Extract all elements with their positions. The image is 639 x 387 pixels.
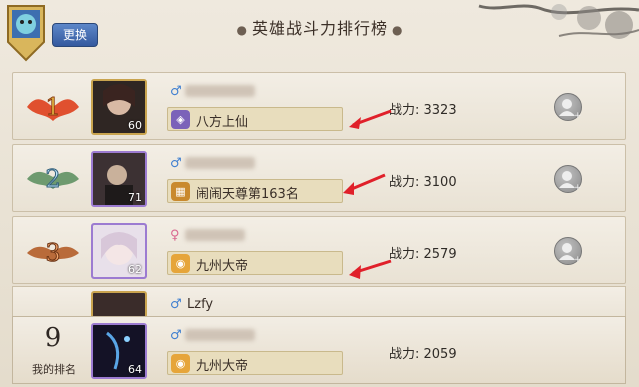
blurred-player-name bbox=[185, 229, 245, 241]
page-title: ● 英雄战斗力排行榜 ● bbox=[230, 15, 410, 39]
annotation-arrow-icon bbox=[343, 173, 386, 195]
blurred-player-name bbox=[185, 157, 255, 169]
svg-text:1: 1 bbox=[45, 93, 60, 121]
player-level: 64 bbox=[128, 363, 142, 376]
svg-text:+: + bbox=[574, 183, 581, 192]
player-title: 闹闹天尊第163名 bbox=[196, 187, 299, 202]
combat-power: 战力: 2059 bbox=[389, 347, 457, 362]
add-friend-icon: + bbox=[559, 171, 582, 193]
add-friend-icon: + bbox=[559, 243, 582, 265]
player-title-box: ▦ 闹闹天尊第163名 bbox=[167, 179, 343, 203]
player-title-box: ◉ 九州大帝 bbox=[167, 351, 343, 375]
my-rank-number: 9 bbox=[44, 323, 62, 353]
annotation-arrow-icon bbox=[349, 109, 392, 129]
svg-text:+: + bbox=[574, 255, 581, 264]
leaderboard-panel: 更换 ●英雄战斗力排行榜● 1 60 ♂ ◈ 八方上仙 战力: 3323 + bbox=[0, 0, 639, 387]
svg-text:2: 2 bbox=[45, 165, 60, 193]
my-avatar[interactable]: 64 bbox=[91, 323, 147, 379]
player-title: 九州大帝 bbox=[196, 259, 249, 274]
title-ornament-left: ● bbox=[236, 23, 248, 37]
add-friend-button[interactable]: + bbox=[554, 237, 582, 265]
svg-text:+: + bbox=[574, 111, 581, 120]
female-icon: ♀ bbox=[170, 228, 180, 243]
change-button[interactable]: 更换 bbox=[52, 23, 98, 47]
combat-power: 战力: 3323 bbox=[389, 103, 457, 118]
player-avatar[interactable]: 71 bbox=[91, 151, 147, 207]
combat-power: 战力: 3100 bbox=[389, 175, 457, 190]
add-friend-button[interactable]: + bbox=[554, 165, 582, 193]
player-avatar[interactable]: 62 bbox=[91, 223, 147, 279]
add-friend-icon: + bbox=[559, 99, 582, 121]
my-rank-label: 我的排名 bbox=[32, 363, 76, 376]
male-icon: ♂ bbox=[170, 156, 182, 171]
player-title: 八方上仙 bbox=[196, 115, 249, 130]
player-title-box: ◈ 八方上仙 bbox=[167, 107, 343, 131]
svg-text:3: 3 bbox=[45, 239, 60, 267]
rank-2-badge-icon: 2 bbox=[27, 165, 79, 194]
page-title-text: 英雄战斗力排行榜 bbox=[251, 19, 388, 38]
title-rank-icon: ◉ bbox=[171, 354, 190, 373]
rank-1-badge-icon: 1 bbox=[27, 93, 79, 122]
leaderboard-row-4: ♂ Lzfy bbox=[12, 286, 626, 321]
male-icon: ♂ bbox=[170, 84, 182, 99]
rank-3-badge-icon: 3 bbox=[27, 239, 79, 268]
player-title-box: ◉ 九州大帝 bbox=[167, 251, 343, 275]
leaderboard-row-1: 1 60 ♂ ◈ 八方上仙 战力: 3323 + bbox=[12, 72, 626, 140]
player-level: 62 bbox=[128, 263, 142, 276]
leaderboard-row-3: 3 62 ♀ ◉ 九州大帝 战力: 2579 + bbox=[12, 216, 626, 284]
male-icon: ♂ bbox=[170, 297, 182, 312]
player-title: 九州大帝 bbox=[196, 359, 249, 374]
title-rank-icon: ◉ bbox=[171, 254, 190, 273]
combat-power: 战力: 2579 bbox=[389, 247, 457, 262]
my-rank-row: 9 我的排名 64 ♂ ◉ 九州大帝 战力: 2059 bbox=[12, 316, 626, 384]
male-icon: ♂ bbox=[170, 328, 182, 343]
tree-decoration bbox=[478, 4, 639, 39]
title-rank-icon: ▦ bbox=[171, 182, 190, 201]
leaderboard-row-2: 2 71 ♂ ▦ 闹闹天尊第163名 战力: 3100 + bbox=[12, 144, 626, 212]
blurred-player-name bbox=[185, 85, 255, 97]
annotation-arrow-icon bbox=[349, 259, 392, 279]
title-rank-icon: ◈ bbox=[171, 110, 190, 129]
hero-shield-icon[interactable] bbox=[4, 2, 48, 64]
blurred-player-name bbox=[185, 329, 255, 341]
player-level: 60 bbox=[128, 119, 142, 132]
player-level: 71 bbox=[128, 191, 142, 204]
player-avatar[interactable]: 60 bbox=[91, 79, 147, 135]
player-name: Lzfy bbox=[187, 297, 214, 312]
add-friend-button[interactable]: + bbox=[554, 93, 582, 121]
title-ornament-right: ● bbox=[392, 23, 404, 37]
